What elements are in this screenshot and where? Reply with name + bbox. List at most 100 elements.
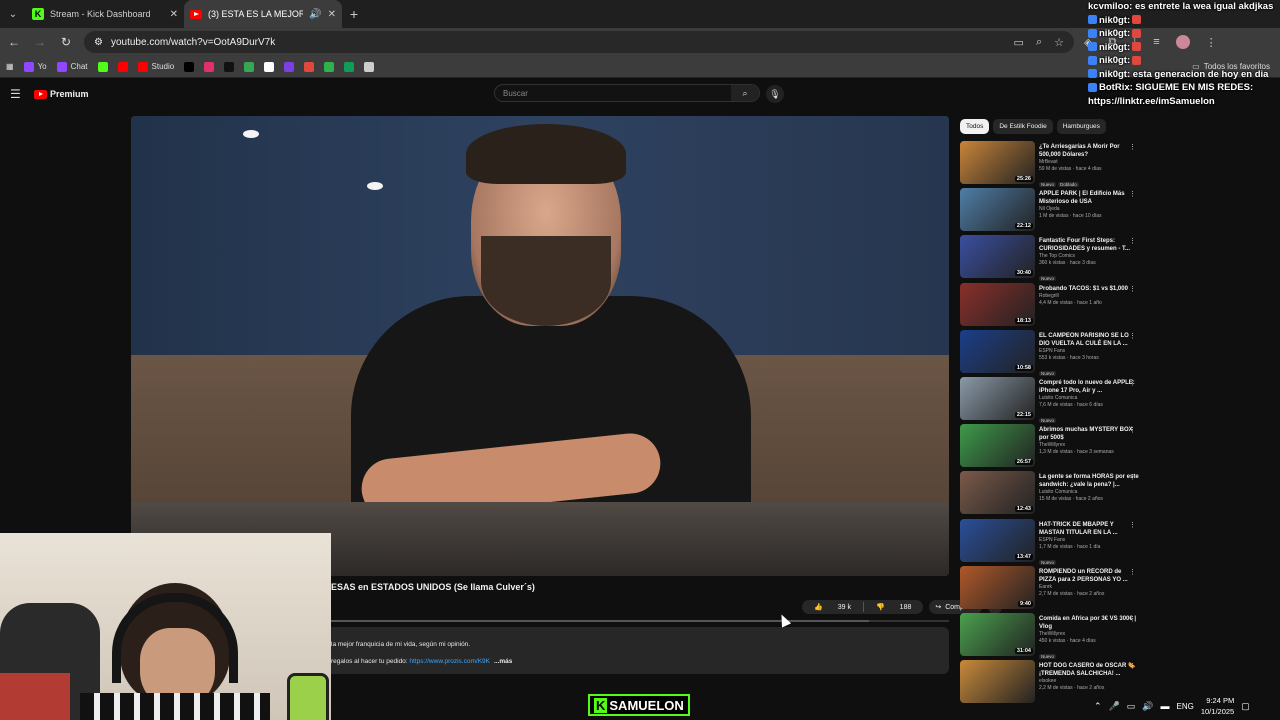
search-box[interactable]: Buscar ⌕ — [494, 84, 760, 102]
recommended-video[interactable]: 31:04 Comida en África por 3€ VS 300€ | V… — [960, 612, 1140, 660]
bookmark-item[interactable] — [224, 61, 235, 72]
more-options-icon[interactable]: ⋮ — [1129, 190, 1136, 198]
video-thumbnail[interactable] — [960, 660, 1035, 704]
youtube-logo[interactable]: Premium — [34, 89, 89, 99]
chat-username[interactable]: BotRix: — [1099, 82, 1133, 93]
zoom-icon[interactable]: ⌕ — [1036, 36, 1042, 49]
recommended-video[interactable]: 12:43 La gente se forma HORAS por este sa… — [960, 471, 1140, 518]
video-thumbnail[interactable]: 30:40 — [960, 235, 1035, 279]
dislike-button[interactable]: 👎 188 — [864, 603, 923, 612]
video-thumbnail[interactable]: 22:12 — [960, 188, 1035, 232]
description-box[interactable]: la mejor franquicia de mi vida, según mi… — [331, 627, 949, 674]
more-options-icon[interactable]: ⋮ — [1129, 521, 1136, 529]
channel-name[interactable]: TheWillyrex — [1039, 631, 1140, 638]
video-title-link[interactable]: HOT DOG CASERO de ÓSCAR 🌭 ¡TREMENDA SALC… — [1039, 662, 1140, 678]
video-thumbnail[interactable]: 18:13 — [960, 282, 1035, 326]
recommended-video[interactable]: 9:40 ROMPIENDO un RÉCORD de PIZZA para 2 … — [960, 565, 1140, 613]
recommended-video[interactable]: 22:12 APPLE PARK | El Edificio Más Mister… — [960, 188, 1140, 235]
mic-tray-icon[interactable]: 🎤 — [1109, 701, 1120, 712]
network-icon[interactable]: ▭ — [1127, 701, 1136, 712]
video-title-link[interactable]: ¿Te Arriesgarías A Morir Por 500,000 Dól… — [1039, 143, 1140, 159]
channel-name[interactable]: MrBeast — [1039, 159, 1140, 166]
more-options-icon[interactable]: ⋮ — [1129, 473, 1136, 481]
bookmark-item[interactable] — [324, 61, 335, 72]
video-title-link[interactable]: HAT-TRICK DE MBAPPÉ Y MASTAN TITULAR EN … — [1039, 521, 1140, 537]
tab-search-button[interactable]: ⌄ — [0, 0, 26, 28]
filter-chip[interactable]: De Estilk Foodie — [993, 119, 1053, 134]
apps-icon[interactable]: ▦ — [6, 62, 14, 71]
menu-icon[interactable]: ☰ — [10, 87, 30, 101]
video-title-link[interactable]: Compré todo lo nuevo de APPLE: iPhone 17… — [1039, 379, 1140, 395]
channel-name[interactable]: Eanrk — [1039, 584, 1140, 591]
video-title-link[interactable]: EL CAMPEÓN PARISINO SE LO DIO VUELTA AL … — [1039, 332, 1140, 348]
bookmark-item[interactable]: Chat — [56, 61, 88, 72]
bookmark-item[interactable] — [344, 61, 355, 72]
recommended-video[interactable]: 30:40 Fantastic Four First Steps: CURIOSI… — [960, 235, 1140, 282]
more-options-icon[interactable]: ⋮ — [1129, 615, 1136, 623]
video-title-link[interactable]: Fantastic Four First Steps: CURIOSIDADES… — [1039, 237, 1140, 253]
chevron-up-icon[interactable]: ⌃ — [1094, 701, 1102, 712]
like-button[interactable]: 👍 39 k — [802, 603, 863, 612]
bookmark-star-icon[interactable]: ☆ — [1054, 36, 1064, 49]
clock[interactable]: 9:24 PM 10/1/2025 — [1201, 695, 1234, 717]
bookmark-item[interactable]: Studio — [137, 61, 174, 72]
video-title-link[interactable]: Probando TACOS: $1 vs $1,000 — [1039, 285, 1140, 293]
bookmark-item[interactable]: Yo — [23, 61, 47, 72]
bookmark-item[interactable] — [264, 61, 275, 72]
site-info-icon[interactable]: ⚙ — [94, 37, 103, 48]
tab-kick-dashboard[interactable]: K Stream - Kick Dashboard ✕ — [26, 0, 184, 28]
channel-name[interactable]: Luisito Comunica — [1039, 395, 1140, 402]
video-title-link[interactable]: Abrimos muchas MYSTERY BOX por 500$ — [1039, 426, 1140, 442]
notifications-icon[interactable]: ▢ — [1241, 701, 1250, 712]
bookmark-item[interactable] — [364, 61, 375, 72]
bookmark-item[interactable] — [97, 61, 108, 72]
more-options-icon[interactable]: ⋮ — [1129, 332, 1136, 340]
close-tab-icon[interactable]: ✕ — [170, 9, 178, 20]
bookmark-item[interactable] — [304, 61, 315, 72]
recommended-video[interactable]: 13:47 HAT-TRICK DE MBAPPÉ Y MASTAN TITULA… — [960, 518, 1140, 566]
recommended-video[interactable]: 22:15 Compré todo lo nuevo de APPLE: iPho… — [960, 376, 1140, 424]
speaker-icon[interactable]: 🔊 — [309, 9, 321, 20]
recommended-video[interactable]: 10:58 EL CAMPEÓN PARISINO SE LO DIO VUELT… — [960, 329, 1140, 377]
address-bar[interactable]: ⚙ youtube.com/watch?v=OotA9DurV7k ▭ ⌕ ☆ — [84, 31, 1074, 53]
new-tab-button[interactable]: + — [342, 6, 366, 22]
chat-username[interactable]: nik0gt: — [1099, 15, 1130, 26]
show-more-button[interactable]: ...más — [494, 658, 512, 665]
search-icon[interactable]: ⌕ — [731, 85, 759, 101]
video-title-link[interactable]: ROMPIENDO un RÉCORD de PIZZA para 2 PERS… — [1039, 568, 1140, 584]
more-options-icon[interactable]: ⋮ — [1129, 285, 1136, 293]
channel-name[interactable]: Luisito Comunica — [1039, 489, 1140, 496]
video-title-link[interactable]: APPLE PARK | El Edificio Más Misterioso … — [1039, 190, 1140, 206]
bookmark-item[interactable] — [244, 61, 255, 72]
description-link[interactable]: https://www.prozis.com/K9K — [409, 658, 490, 665]
channel-name[interactable]: elsokee — [1039, 678, 1140, 685]
video-thumbnail[interactable]: 25:26 — [960, 141, 1035, 184]
more-options-icon[interactable]: ⋮ — [1129, 237, 1136, 245]
language-indicator[interactable]: ENG — [1177, 702, 1194, 711]
video-player[interactable] — [131, 116, 949, 576]
channel-name[interactable]: The Top Comics — [1039, 253, 1140, 260]
channel-name[interactable]: Nil Ojeda — [1039, 206, 1140, 213]
video-thumbnail[interactable]: 9:40 — [960, 565, 1035, 609]
video-thumbnail[interactable]: 13:47 — [960, 518, 1035, 562]
channel-name[interactable]: Robegrill — [1039, 293, 1140, 300]
recommended-video[interactable]: 26:57 Abrimos muchas MYSTERY BOX por 500$… — [960, 424, 1140, 471]
video-title-link[interactable]: Comida en África por 3€ VS 300€ | Vlog — [1039, 615, 1140, 631]
channel-name[interactable]: ESPN Fans — [1039, 348, 1140, 355]
recommended-video[interactable]: 18:13 Probando TACOS: $1 vs $1,000 Robegri… — [960, 282, 1140, 330]
channel-name[interactable]: TheWillyrex — [1039, 442, 1140, 449]
more-options-icon[interactable]: ⋮ — [1129, 426, 1136, 434]
url-text[interactable]: youtube.com/watch?v=OotA9DurV7k — [111, 37, 1006, 48]
bookmark-item[interactable] — [117, 61, 128, 72]
chat-username[interactable]: nik0gt: — [1099, 69, 1130, 80]
more-options-icon[interactable]: ⋮ — [1129, 662, 1136, 670]
video-thumbnail[interactable]: 31:04 — [960, 612, 1035, 656]
more-options-icon[interactable]: ⋮ — [1129, 379, 1136, 387]
chat-username[interactable]: nik0gt: — [1099, 42, 1130, 53]
video-title-link[interactable]: La gente se forma HORAS por este sandwic… — [1039, 473, 1140, 489]
filter-chip[interactable]: Todos — [960, 119, 990, 134]
video-thumbnail[interactable]: 10:58 — [960, 329, 1035, 373]
tab-youtube-video[interactable]: (3) ESTA ES LA MEJOR FRAN 🔊 ✕ — [184, 0, 342, 28]
video-thumbnail[interactable]: 22:15 — [960, 376, 1035, 420]
more-options-icon[interactable]: ⋮ — [1129, 143, 1136, 151]
